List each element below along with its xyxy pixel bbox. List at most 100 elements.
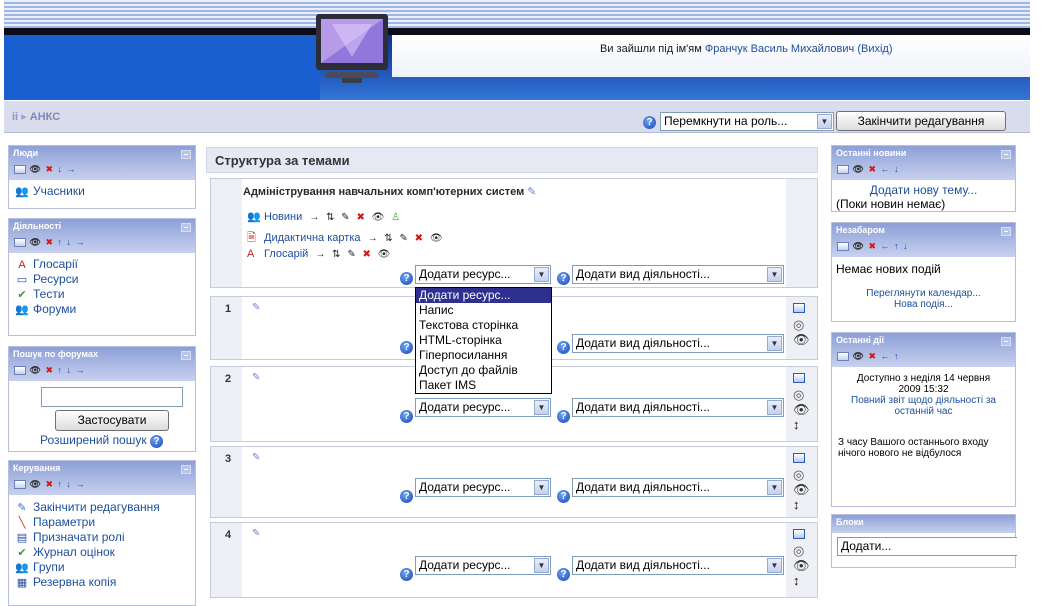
help-icon[interactable]: ?	[400, 490, 413, 503]
activity-item-resources[interactable]: ▭ Ресурси	[15, 272, 189, 286]
admin-item-stop-editing[interactable]: ✎ Закінчити редагування	[15, 500, 189, 514]
help-icon[interactable]: ?	[557, 490, 570, 503]
dropdown-option[interactable]: Доступ до файлів	[416, 363, 551, 378]
delete-icon[interactable]: ✖	[868, 164, 877, 174]
activity-item-quizzes[interactable]: ✔ Тести	[15, 287, 189, 301]
dropdown-arrow-icon[interactable]: ▼	[534, 558, 549, 573]
forum-search-input[interactable]	[41, 387, 183, 407]
role-switch-select[interactable]: Перемкнути на роль... ▼	[660, 112, 834, 131]
help-icon[interactable]: ?	[557, 410, 570, 423]
highlight-icon[interactable]: ◎	[793, 467, 810, 482]
dropdown-arrow-icon[interactable]: ▼	[767, 400, 782, 415]
calendar-link[interactable]: Переглянути календар...	[866, 288, 980, 299]
add-resource-select[interactable]: Додати ресурс... ▼	[415, 265, 551, 284]
hide-eye-icon[interactable]: 👁	[30, 237, 42, 247]
apply-search-button[interactable]: Застосувати	[55, 410, 169, 431]
participants-link[interactable]: 👥 Учасники	[15, 184, 189, 198]
hide-eye-icon[interactable]: 👁	[853, 351, 865, 361]
dropdown-option[interactable]: HTML-сторінка	[416, 333, 551, 348]
resource-edit-tools[interactable]: → ⇅ ✎ ✖ 👁	[368, 233, 445, 244]
show-only-section-icon[interactable]	[793, 373, 805, 383]
admin-item-groups[interactable]: 👥 Групи	[15, 560, 189, 574]
delete-icon[interactable]: ✖	[45, 237, 54, 247]
dropdown-arrow-icon[interactable]: ▼	[767, 336, 782, 351]
move-down-icon[interactable]: ↓	[894, 164, 900, 174]
add-block-select[interactable]: Додати...	[837, 537, 1017, 556]
block-settings-icon[interactable]	[14, 165, 26, 175]
delete-icon[interactable]: ✖	[868, 241, 877, 251]
admin-item-gradebook[interactable]: ✔ Журнал оцінок	[15, 545, 189, 559]
help-icon[interactable]: ?	[149, 435, 163, 448]
move-right-icon[interactable]: →	[67, 164, 77, 174]
highlight-icon[interactable]: ◎	[793, 543, 810, 558]
block-settings-icon[interactable]	[14, 366, 26, 376]
move-down-icon[interactable]: ↓	[58, 164, 64, 174]
help-icon[interactable]: ?	[400, 341, 413, 354]
block-settings-icon[interactable]	[837, 352, 849, 362]
add-topic-link[interactable]: Додати нову тему...	[870, 183, 978, 197]
dropdown-arrow-icon[interactable]: ▼	[534, 267, 549, 282]
resource-didactic-card[interactable]: 🗎 Дидактична картка → ⇅ ✎ ✖ 👁	[247, 229, 445, 248]
move-up-icon[interactable]: ↑	[58, 365, 64, 375]
move-down-icon[interactable]: ↓	[903, 241, 909, 251]
dropdown-arrow-icon[interactable]: ▼	[767, 558, 782, 573]
admin-item-assign-roles[interactable]: ▤ Призначати ролі	[15, 530, 189, 544]
full-report-link[interactable]: Повний звіт щодо діяльності за останній …	[851, 395, 996, 417]
dropdown-option[interactable]: Напис	[416, 303, 551, 318]
breadcrumb-home[interactable]: ii	[12, 111, 18, 123]
collapse-icon[interactable]	[181, 223, 191, 232]
help-icon[interactable]: ?	[400, 410, 413, 423]
move-right-icon[interactable]: →	[76, 479, 86, 489]
hide-eye-icon[interactable]: 👁	[30, 164, 42, 174]
show-only-section-icon[interactable]	[793, 529, 805, 539]
add-resource-select[interactable]: Додати ресурс... ▼	[415, 556, 551, 575]
hide-eye-icon[interactable]: 👁	[853, 241, 865, 251]
collapse-icon[interactable]	[181, 465, 191, 474]
resource-edit-tools[interactable]: → ⇅ ✎ ✖ 👁	[315, 249, 392, 260]
collapse-icon[interactable]	[181, 351, 191, 360]
edit-summary-icon[interactable]: ✎	[252, 302, 260, 313]
resource-news[interactable]: 👥 Новини → ⇅ ✎ ✖ 👁 ♙	[247, 210, 402, 223]
hide-eye-icon[interactable]: 👁	[793, 558, 810, 573]
add-resource-select[interactable]: Додати ресурс... ▼	[415, 398, 551, 417]
move-updown-icon[interactable]: ↕	[793, 573, 810, 588]
delete-icon[interactable]: ✖	[868, 351, 877, 361]
move-left-icon[interactable]: ←	[881, 351, 891, 361]
add-activity-select[interactable]: Додати вид діяльності... ▼	[572, 334, 784, 353]
collapse-icon[interactable]	[1001, 227, 1011, 236]
help-icon[interactable]: ?	[557, 272, 570, 285]
hide-eye-icon[interactable]: 👁	[793, 332, 810, 347]
dropdown-arrow-icon[interactable]: ▼	[767, 480, 782, 495]
dropdown-option[interactable]: Текстова сторінка	[416, 318, 551, 333]
hide-eye-icon[interactable]: 👁	[793, 482, 810, 497]
activity-item-forums[interactable]: 👥 Форуми	[15, 302, 189, 316]
dropdown-option[interactable]: Додати ресурс...	[416, 288, 551, 303]
hide-eye-icon[interactable]: 👁	[30, 365, 42, 375]
add-resource-select[interactable]: Додати ресурс... ▼	[415, 478, 551, 497]
admin-item-settings[interactable]: ╲ Параметри	[15, 515, 189, 529]
admin-item-backup[interactable]: ▦ Резервна копія	[15, 575, 189, 589]
add-activity-select[interactable]: Додати вид діяльності... ▼	[572, 398, 784, 417]
hide-eye-icon[interactable]: 👁	[30, 479, 42, 489]
help-icon[interactable]: ?	[643, 116, 656, 129]
hide-eye-icon[interactable]: 👁	[793, 402, 810, 417]
edit-summary-icon[interactable]: ✎	[252, 528, 260, 539]
show-only-section-icon[interactable]	[793, 453, 805, 463]
activity-item-glossary[interactable]: A Глосарії	[15, 257, 189, 271]
hide-eye-icon[interactable]: 👁	[853, 164, 865, 174]
advanced-search-link[interactable]: Розширений пошук	[40, 433, 147, 447]
collapse-icon[interactable]	[181, 150, 191, 159]
move-left-icon[interactable]: ←	[881, 164, 891, 174]
move-down-icon[interactable]: ↓	[67, 365, 73, 375]
edit-summary-icon[interactable]: ✎	[527, 186, 536, 198]
move-right-icon[interactable]: →	[76, 365, 86, 375]
move-up-icon[interactable]: ↑	[894, 351, 900, 361]
stop-editing-button[interactable]: Закінчити редагування	[836, 111, 1006, 131]
resource-edit-tools[interactable]: → ⇅ ✎ ✖ 👁 ♙	[309, 212, 402, 223]
help-icon[interactable]: ?	[557, 568, 570, 581]
add-activity-select[interactable]: Додати вид діяльності... ▼	[572, 556, 784, 575]
dropdown-arrow-icon[interactable]: ▼	[534, 400, 549, 415]
collapse-icon[interactable]	[1001, 150, 1011, 159]
highlight-icon[interactable]: ◎	[793, 317, 810, 332]
move-up-icon[interactable]: ↑	[58, 479, 64, 489]
